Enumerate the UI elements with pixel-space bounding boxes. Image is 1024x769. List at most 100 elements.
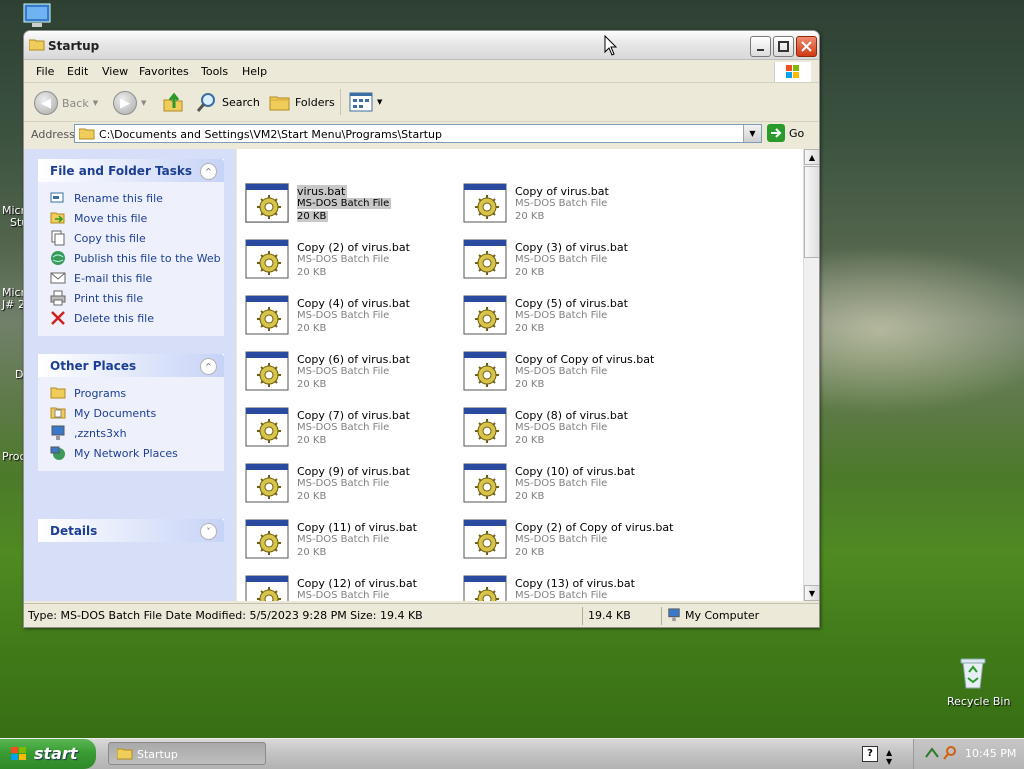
go-button[interactable]: Go — [767, 124, 804, 142]
file-item[interactable]: Copy (5) of virus.bat MS-DOS Batch File 20… — [459, 291, 669, 339]
minimize-button[interactable] — [750, 36, 771, 57]
task-label: Print this file — [74, 292, 144, 305]
task-delete[interactable]: Delete this file — [38, 308, 224, 328]
window-title: Startup — [48, 39, 100, 53]
mouse-cursor-icon — [604, 35, 618, 56]
start-button[interactable]: start — [0, 739, 96, 769]
panel-body: Programs My Documents ,zznts3xh My Netwo… — [38, 377, 224, 471]
file-name: Copy (12) of virus.bat — [297, 577, 417, 590]
task-print[interactable]: Print this file — [38, 288, 224, 308]
network-tray-icon[interactable] — [924, 745, 940, 761]
system-tray: 10:45 PM — [913, 739, 1024, 769]
up-folder-button[interactable] — [162, 91, 184, 113]
help-tray-icon[interactable]: ? — [862, 746, 878, 762]
place-network[interactable]: My Network Places — [38, 443, 224, 463]
menu-favorites[interactable]: Favorites — [139, 65, 189, 78]
file-item[interactable]: Copy (6) of virus.bat MS-DOS Batch File 20… — [241, 347, 451, 395]
file-item[interactable]: Copy (10) of virus.bat MS-DOS Batch File 2… — [459, 459, 669, 507]
status-size: 19.4 KB — [588, 609, 631, 622]
chevron-down-icon: ▼ — [377, 98, 383, 106]
folders-button[interactable]: Folders — [269, 91, 335, 113]
file-item[interactable]: Copy (8) of virus.bat MS-DOS Batch File 20… — [459, 403, 669, 451]
taskbar-item-startup[interactable]: Startup — [108, 742, 266, 765]
place-my-documents[interactable]: My Documents — [38, 403, 224, 423]
file-item[interactable]: Copy (2) of virus.bat MS-DOS Batch File 20… — [241, 235, 451, 283]
task-move[interactable]: Move this file — [38, 208, 224, 228]
other-places-panel: Other Places ^ Programs My Documents ,zz… — [38, 354, 224, 471]
recycle-bin-label[interactable]: Recycle Bin — [947, 695, 1010, 708]
folder-icon — [50, 387, 66, 399]
file-list[interactable]: virus.bat MS-DOS Batch File 20 KB Copy of v… — [237, 149, 803, 601]
address-dropdown-button[interactable]: ▼ — [743, 125, 761, 142]
file-item[interactable]: Copy (3) of virus.bat MS-DOS Batch File 20… — [459, 235, 669, 283]
back-button[interactable]: ◀ Back ▼ — [34, 91, 98, 115]
vertical-scrollbar[interactable]: ▲ ▼ — [803, 149, 819, 601]
desktop-icon-label[interactable]: J# 2 — [2, 298, 25, 311]
file-name: Copy (3) of virus.bat — [515, 241, 628, 254]
close-button[interactable] — [796, 36, 817, 57]
file-size: 20 KB — [515, 547, 545, 558]
file-type: MS-DOS Batch File — [515, 422, 608, 433]
scroll-down-button[interactable]: ▼ — [804, 585, 819, 601]
task-publish[interactable]: Publish this file to the Web — [38, 248, 224, 268]
title-bar[interactable]: Startup — [24, 31, 819, 60]
recycle-bin-icon[interactable] — [957, 656, 989, 690]
search-tray-icon[interactable] — [942, 745, 958, 761]
file-item[interactable]: Copy (4) of virus.bat MS-DOS Batch File 20… — [241, 291, 451, 339]
address-bar: Address C:\Documents and Settings\VM2\St… — [24, 122, 819, 148]
maximize-button[interactable] — [773, 36, 794, 57]
file-size: 20 KB — [515, 379, 545, 390]
place-programs[interactable]: Programs — [38, 383, 224, 403]
task-rename[interactable]: Rename this file — [38, 188, 224, 208]
file-item[interactable]: Copy (9) of virus.bat MS-DOS Batch File 20… — [241, 459, 451, 507]
views-icon — [349, 92, 373, 112]
file-item[interactable]: Copy (13) of virus.batMS-DOS Batch File2… — [459, 571, 669, 601]
menu-view[interactable]: View — [102, 65, 128, 78]
file-item[interactable]: Copy (11) of virus.bat MS-DOS Batch File 2… — [241, 515, 451, 563]
views-button[interactable]: ▼ — [349, 91, 382, 113]
task-copy[interactable]: Copy this file — [38, 228, 224, 248]
file-name: Copy (6) of virus.bat — [297, 353, 410, 366]
panel-header[interactable]: Details ˅ — [38, 519, 224, 542]
email-icon — [50, 272, 66, 284]
file-folder-tasks-panel: File and Folder Tasks ^ Rename this file… — [38, 159, 224, 336]
menu-tools[interactable]: Tools — [201, 65, 228, 78]
expand-icon[interactable]: ˅ — [200, 523, 217, 540]
task-label: Copy this file — [74, 232, 146, 245]
taskbar-item-label: Startup — [137, 748, 178, 761]
search-button[interactable]: Search — [196, 91, 260, 113]
task-email[interactable]: E-mail this file — [38, 268, 224, 288]
menu-help[interactable]: Help — [242, 65, 267, 78]
task-label: E-mail this file — [74, 272, 153, 285]
back-arrow-icon: ◀ — [34, 91, 58, 115]
status-bar: Type: MS-DOS Batch File Date Modified: 5… — [24, 603, 819, 627]
batch-file-icon — [463, 407, 507, 447]
collapse-icon[interactable]: ^ — [200, 163, 217, 180]
chevron-down-icon: ▼ — [141, 99, 147, 107]
desktop-icon-label[interactable]: Proc — [2, 450, 26, 463]
file-size: 20 KB — [515, 211, 545, 222]
up-folder-icon — [163, 92, 183, 112]
batch-file-icon — [245, 519, 289, 559]
menu-edit[interactable]: Edit — [67, 65, 88, 78]
file-item[interactable]: Copy of virus.bat MS-DOS Batch File 20 KB — [459, 179, 669, 227]
batch-file-icon — [463, 519, 507, 559]
scroll-up-button[interactable]: ▲ — [804, 149, 819, 165]
computer-icon — [51, 425, 65, 440]
menu-file[interactable]: File — [36, 65, 54, 78]
place-computer[interactable]: ,zznts3xh — [38, 423, 224, 443]
file-item[interactable]: Copy (2) of Copy of virus.bat MS-DOS Batc… — [459, 515, 673, 563]
file-item[interactable]: Copy (12) of virus.batMS-DOS Batch File2… — [241, 571, 451, 601]
windows-flag-icon — [11, 747, 26, 760]
forward-button[interactable]: ▶ ▼ — [113, 91, 146, 115]
panel-header[interactable]: Other Places ^ — [38, 354, 224, 377]
file-item[interactable]: Copy (7) of virus.bat MS-DOS Batch File 20… — [241, 403, 451, 451]
scroll-thumb[interactable] — [804, 166, 819, 258]
panel-header[interactable]: File and Folder Tasks ^ — [38, 159, 224, 182]
my-computer-desktop-icon[interactable] — [22, 2, 56, 30]
file-item[interactable]: virus.bat MS-DOS Batch File 20 KB — [241, 179, 451, 227]
file-item[interactable]: Copy of Copy of virus.bat MS-DOS Batch Fi… — [459, 347, 669, 395]
collapse-icon[interactable]: ^ — [200, 358, 217, 375]
address-input[interactable]: C:\Documents and Settings\VM2\Start Menu… — [74, 124, 762, 143]
chevron-down-icon[interactable]: ▲ ▼ — [886, 748, 892, 766]
